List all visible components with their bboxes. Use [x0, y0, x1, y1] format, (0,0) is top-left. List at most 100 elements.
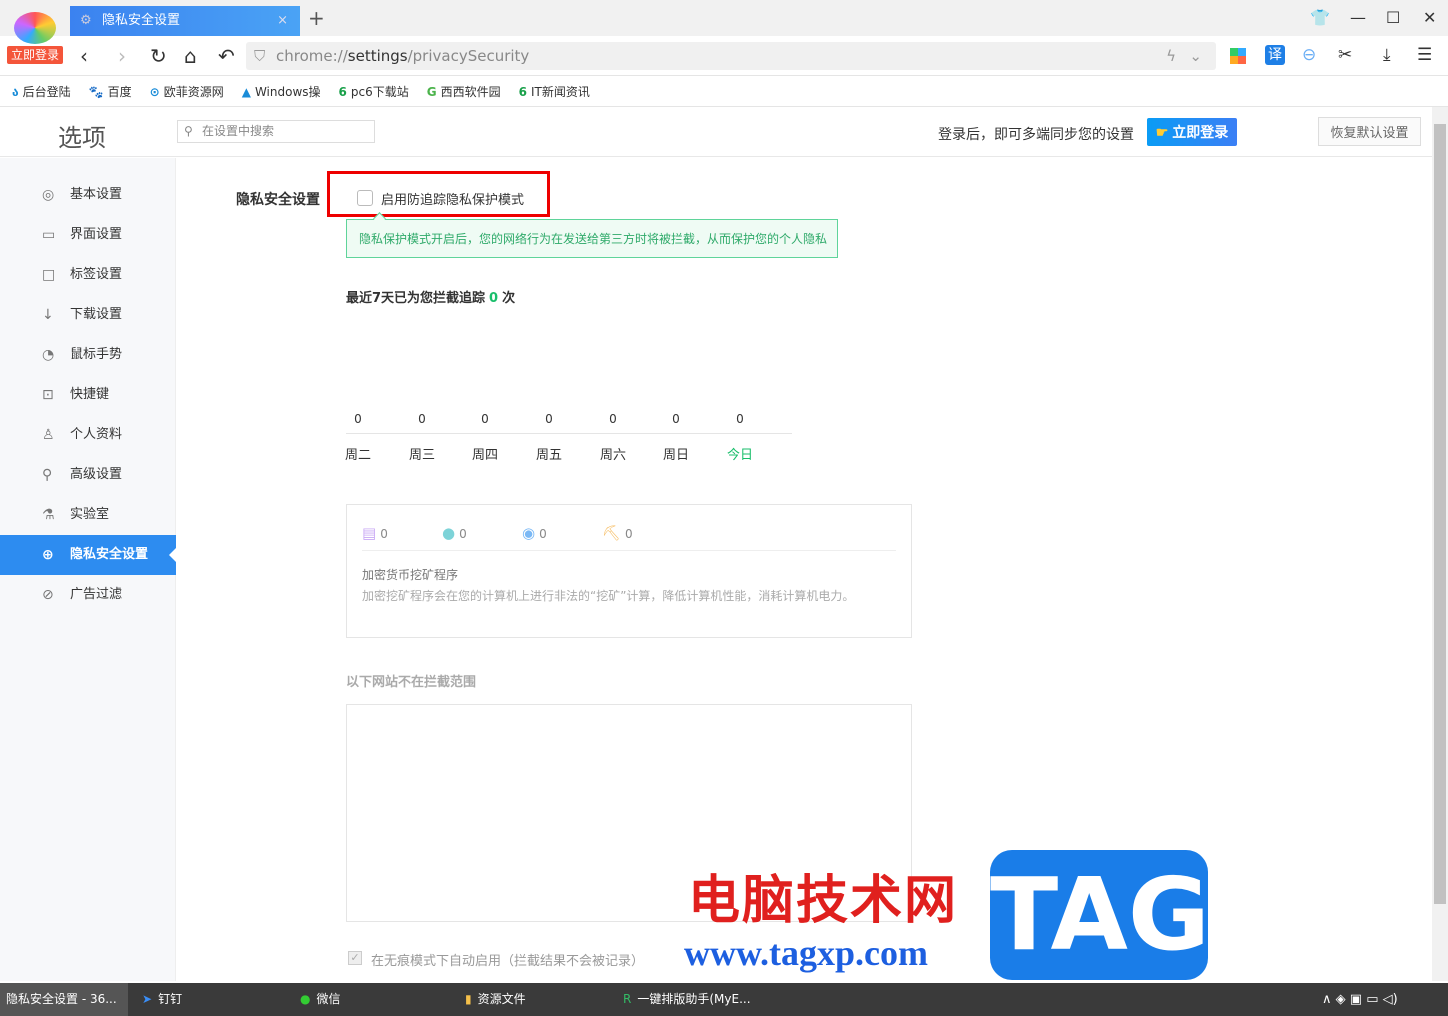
- flask-icon: ⚗: [42, 507, 55, 523]
- keyboard-icon: ⊡: [42, 387, 54, 403]
- sidebar-item-shortcuts[interactable]: ⊡ 快捷键: [0, 375, 176, 415]
- block-icon: ⊘: [42, 587, 54, 603]
- anti-tracking-label[interactable]: 启用防追踪隐私保护模式: [381, 189, 524, 208]
- fingerprint-icon: ◉: [522, 524, 536, 542]
- incognito-label[interactable]: 在无痕模式下自动启用（拦截结果不会被记录）: [371, 950, 644, 969]
- bookmark[interactable]: 🐾 百度: [89, 83, 132, 100]
- stat-fingerprint: ◉ 0: [522, 524, 547, 542]
- sidebar-item-mouse-gesture[interactable]: ◔ 鼠标手势: [0, 335, 176, 375]
- watermark-logo: TAG: [990, 850, 1210, 980]
- stat-chat: ▤ 0: [362, 524, 388, 542]
- gear-icon: ⚙: [80, 13, 92, 28]
- sync-text: 登录后，即可多端同步您的设置: [938, 127, 1134, 143]
- translate-icon[interactable]: 译: [1265, 45, 1285, 65]
- bookmark[interactable]: G 西西软件园: [427, 83, 501, 100]
- taskbar-item-dingtalk[interactable]: ➤ 钉钉: [142, 983, 182, 1016]
- apps-icon[interactable]: [1230, 48, 1246, 64]
- basic-icon: ◎: [42, 187, 55, 203]
- download-icon: ↓: [42, 307, 54, 323]
- exclusion-title: 以下网站不在拦截范围: [346, 675, 477, 690]
- cookie-icon: ●: [442, 524, 456, 542]
- lightning-icon[interactable]: ϟ: [1166, 42, 1176, 70]
- mining-description: 加密挖矿程序会在您的计算机上进行非法的“挖矿”计算，降低计算机性能，消耗计算机电…: [362, 589, 855, 603]
- bookmark[interactable]: 6 IT新闻资讯: [519, 83, 590, 100]
- taskbar-item-wechat[interactable]: ● 微信: [300, 983, 341, 1016]
- scrollbar-thumb[interactable]: [1434, 124, 1446, 904]
- close-window-button[interactable]: ✕: [1423, 8, 1436, 27]
- browser-logo[interactable]: [14, 12, 56, 44]
- search-icon: ⚲: [184, 124, 193, 138]
- day-column-today: 0 今日: [726, 412, 753, 463]
- login-badge[interactable]: 立即登录: [7, 46, 63, 64]
- sidebar-item-tabs[interactable]: □ 标签设置: [0, 255, 176, 295]
- bookmark[interactable]: ⊙ 欧菲资源网: [150, 83, 224, 100]
- sidebar-item-basic[interactable]: ◎ 基本设置: [0, 175, 176, 215]
- tab-title: 隐私安全设置: [102, 13, 181, 28]
- sidebar-item-interface[interactable]: ▭ 界面设置: [0, 215, 176, 255]
- stat-miner: ⛏ 0: [602, 524, 633, 542]
- minimize-button[interactable]: —: [1350, 8, 1366, 27]
- day-column: 0 周日: [662, 412, 689, 463]
- mouse-icon: ◔: [42, 347, 55, 363]
- sidebar: ◎ 基本设置 ▭ 界面设置 □ 标签设置 ↓ 下载设置 ◔ 鼠标手势 ⊡ 快捷键 ♙ 个人资料…: [0, 158, 176, 981]
- sidebar-item-advanced[interactable]: ⚲ 高级设置: [0, 455, 176, 495]
- login-button[interactable]: ☛ 立即登录: [1147, 118, 1237, 146]
- skin-icon[interactable]: 👕: [1310, 8, 1330, 27]
- sidebar-item-download[interactable]: ↓ 下载设置: [0, 295, 176, 335]
- sidebar-item-lab[interactable]: ⚗ 实验室: [0, 495, 176, 535]
- tab-privacy-security[interactable]: ⚙ 隐私安全设置 ×: [70, 6, 300, 36]
- undo-icon[interactable]: ↶: [218, 44, 235, 68]
- divider: [362, 550, 896, 551]
- section-label: 隐私安全设置: [236, 192, 320, 208]
- miner-icon: ⛏: [602, 524, 622, 542]
- app-icon: R: [623, 992, 632, 1006]
- menu-icon[interactable]: ☰: [1417, 45, 1432, 65]
- tab-icon: □: [42, 267, 56, 283]
- taskbar-item-folder[interactable]: ▮ 资源文件: [465, 983, 526, 1016]
- incognito-checkbox[interactable]: ✓: [348, 951, 362, 965]
- sidebar-item-privacy-security[interactable]: ⊕ 隐私安全设置: [0, 535, 176, 575]
- privacy-tip: 隐私保护模式开启后，您的网络行为在发送给第三方时将被拦截，从而保护您的个人隐私: [346, 219, 838, 258]
- shield-icon: ⊕: [42, 547, 54, 563]
- folder-icon: ▮: [465, 992, 472, 1006]
- taskbar-item-browser[interactable]: 隐私安全设置 - 36...: [0, 983, 128, 1016]
- sidebar-item-ad-filter[interactable]: ⊘ 广告过滤: [0, 575, 176, 615]
- wechat-icon: ●: [300, 992, 311, 1006]
- day-column: 0 周六: [599, 412, 626, 463]
- watermark-text: 电脑技术网: [688, 870, 959, 931]
- system-tray[interactable]: ∧ ◈ ▣ ▭ ◁): [1322, 983, 1398, 1016]
- bookmark[interactable]: ▲ Windows操: [242, 83, 321, 100]
- chevron-down-icon[interactable]: ⌄: [1189, 42, 1202, 70]
- download-icon[interactable]: ⤓: [1383, 45, 1391, 65]
- back-icon[interactable]: ‹: [80, 44, 88, 68]
- taskbar: 隐私安全设置 - 36... ➤ 钉钉 ● 微信 ▮ 资源文件 R 一键排版助手(MyE…: [0, 983, 1448, 1016]
- page-title: 选项: [58, 124, 106, 152]
- anti-tracking-checkbox[interactable]: [357, 190, 373, 206]
- new-tab-button[interactable]: +: [308, 6, 325, 30]
- forward-icon[interactable]: ›: [118, 44, 126, 68]
- day-column: 0 周四: [471, 412, 498, 463]
- reset-defaults-button[interactable]: 恢复默认设置: [1318, 117, 1421, 146]
- bookmarks-bar: ა 后台登陆 🐾 百度 ⊙ 欧菲资源网 ▲ Windows操 6 pc6下载站 G 西西软件…: [0, 77, 1448, 107]
- chart-axis: [346, 433, 792, 434]
- address-bar[interactable]: ⛉ chrome://settings/privacySecurity ϟ ⌄: [246, 42, 1216, 70]
- adblock-icon[interactable]: ⊖: [1302, 45, 1316, 65]
- scissors-icon[interactable]: ✂: [1338, 45, 1352, 65]
- maximize-button[interactable]: ☐: [1386, 8, 1400, 27]
- week-summary: 最近7天已为您拦截追踪 0 次: [346, 291, 516, 306]
- advanced-icon: ⚲: [42, 467, 53, 483]
- settings-search-input[interactable]: ⚲ 在设置中搜索: [177, 120, 375, 143]
- reload-icon[interactable]: ↻: [150, 44, 167, 68]
- shield-icon: ⛉: [254, 47, 266, 65]
- day-column: 0 周五: [535, 412, 562, 463]
- stat-cookie: ● 0: [442, 524, 467, 542]
- bookmark[interactable]: ა 后台登陆: [12, 83, 71, 100]
- home-icon[interactable]: ⌂: [184, 44, 197, 68]
- bookmark[interactable]: 6 pc6下载站: [339, 83, 409, 100]
- sidebar-item-profile[interactable]: ♙ 个人资料: [0, 415, 176, 455]
- dingtalk-icon: ➤: [142, 992, 153, 1006]
- interface-icon: ▭: [42, 227, 56, 243]
- watermark-url: www.tagxp.com: [684, 933, 928, 973]
- taskbar-item-myeditor[interactable]: R 一键排版助手(MyE...: [623, 983, 751, 1016]
- close-tab-icon[interactable]: ×: [277, 6, 288, 36]
